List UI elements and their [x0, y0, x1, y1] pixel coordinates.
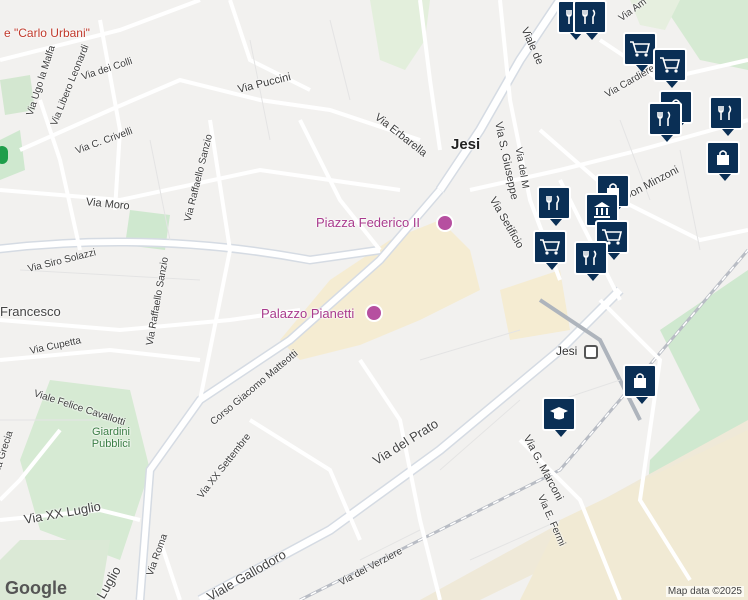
restaurant-icon[interactable] — [573, 0, 607, 40]
school-icon[interactable] — [542, 397, 576, 437]
street-label-francesco: Francesco — [0, 304, 61, 319]
grocery-cart-icon[interactable] — [533, 230, 567, 270]
station-label: Jesi — [556, 344, 578, 358]
map-canvas[interactable]: Jesi Piazza Federico II Palazzo Pianetti… — [0, 0, 748, 600]
restaurant-icon[interactable] — [648, 102, 682, 142]
restaurant-icon[interactable] — [709, 96, 743, 136]
poi-label-palazzo-pianetti[interactable]: Palazzo Pianetti — [261, 306, 354, 321]
poi-label-piazza-federico[interactable]: Piazza Federico II — [316, 215, 420, 230]
city-label: Jesi — [451, 136, 481, 153]
shopping-bag-icon[interactable] — [623, 364, 657, 404]
map-base-layer — [0, 0, 748, 600]
restaurant-icon[interactable] — [574, 241, 608, 281]
google-logo: Google — [5, 578, 67, 598]
museum-poi-icon[interactable] — [365, 304, 383, 322]
map-marker-green-icon[interactable] — [0, 146, 8, 164]
shopping-bag-icon[interactable] — [706, 141, 740, 181]
grocery-cart-icon[interactable] — [623, 32, 657, 72]
grocery-cart-icon[interactable] — [653, 48, 687, 88]
camera-icon[interactable] — [436, 214, 454, 232]
map-data-credit[interactable]: Map data ©2025 — [665, 586, 744, 597]
hospital-label: e "Carlo Urbani" — [4, 26, 90, 40]
restaurant-icon[interactable] — [537, 186, 571, 226]
train-station-icon[interactable] — [584, 345, 598, 359]
park-label: Giardini Pubblici — [91, 426, 131, 450]
